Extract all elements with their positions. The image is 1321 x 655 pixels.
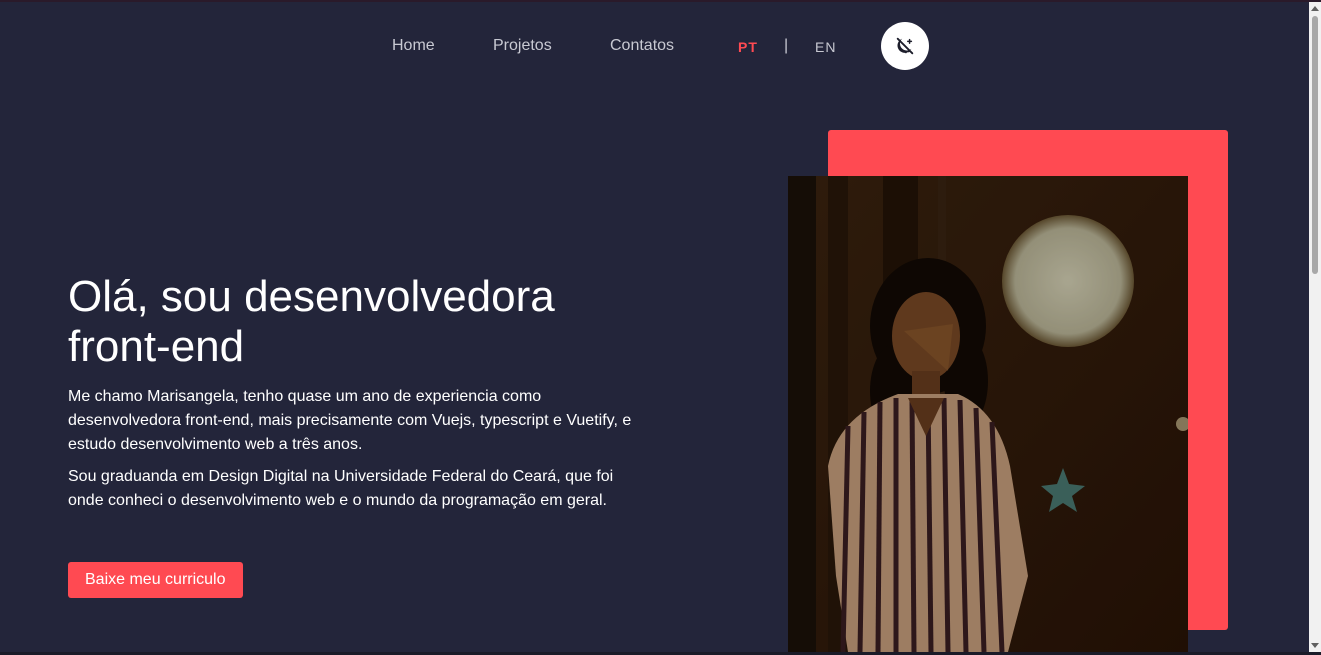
lang-separator: |: [784, 37, 789, 54]
profile-photo: [788, 176, 1188, 652]
top-navigation: Home Projetos Contatos PT | EN: [0, 22, 1309, 70]
hero-title-line2: front-end: [68, 322, 245, 371]
nav-projetos-link[interactable]: Projetos: [493, 37, 552, 55]
theme-toggle-button[interactable]: [881, 22, 929, 70]
lang-en-button[interactable]: EN: [815, 38, 836, 56]
scroll-up-arrow-icon[interactable]: [1311, 6, 1319, 11]
hero-education-paragraph: Sou graduanda em Design Digital na Unive…: [68, 468, 614, 509]
hero-section: Olá, sou desenvolvedora front-end Me cha…: [68, 272, 648, 598]
lang-pt-button[interactable]: PT: [738, 38, 758, 56]
hero-title: Olá, sou desenvolvedora front-end: [68, 272, 648, 372]
nav-contatos-link[interactable]: Contatos: [610, 37, 674, 55]
scroll-down-arrow-icon[interactable]: [1311, 643, 1319, 648]
nav-home-link[interactable]: Home: [392, 37, 435, 55]
window-top-border: [0, 0, 1321, 2]
profile-photo-illustration: [788, 176, 1188, 652]
hero-intro-paragraph: Me chamo Marisangela, tenho quase um ano…: [68, 388, 632, 453]
hero-title-line1: Olá, sou desenvolvedora: [68, 272, 555, 321]
download-cv-button[interactable]: Baixe meu curriculo: [68, 562, 243, 598]
scrollbar-thumb[interactable]: [1312, 16, 1318, 274]
theme-toggle-icon: [896, 37, 914, 55]
vertical-scrollbar[interactable]: [1309, 2, 1321, 652]
